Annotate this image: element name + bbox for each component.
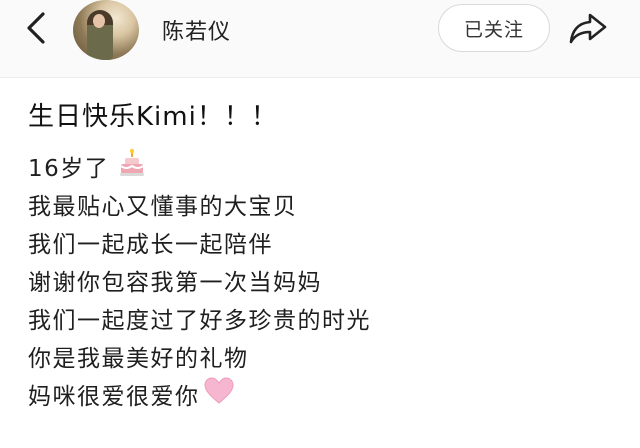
post-line: 谢谢你包容我第一次当妈妈	[28, 270, 322, 296]
share-button[interactable]	[566, 8, 610, 48]
username[interactable]: 陈若仪	[162, 14, 231, 46]
pink-heart-icon	[203, 377, 234, 417]
post-line: 我们一起度过了好多珍贵的时光	[28, 308, 371, 334]
post-line: 我们一起成长一起陪伴	[28, 232, 273, 258]
post-line: 我最贴心又懂事的大宝贝	[28, 194, 298, 220]
back-button[interactable]	[18, 8, 54, 48]
top-bar: 陈若仪 已关注	[0, 0, 640, 78]
post-line: 16岁了	[28, 148, 628, 189]
cake-icon	[119, 148, 145, 189]
chevron-left-icon	[27, 12, 45, 44]
share-icon	[569, 13, 607, 44]
post-line: 你是我最美好的礼物	[28, 346, 249, 372]
post-page: 陈若仪 已关注 生日快乐Kimi！！！ 16岁了 我最贴心又懂事的大宝贝 我们一…	[0, 0, 640, 448]
post-line: 妈咪很爱很爱你	[28, 377, 628, 417]
follow-button[interactable]: 已关注	[438, 4, 550, 52]
post-title: 生日快乐Kimi！！！	[28, 102, 278, 132]
avatar[interactable]	[73, 0, 139, 60]
post-content: 16岁了 我最贴心又懂事的大宝贝 我们一起成长一起陪伴 谢谢你包容我第一次当妈妈…	[28, 148, 628, 417]
